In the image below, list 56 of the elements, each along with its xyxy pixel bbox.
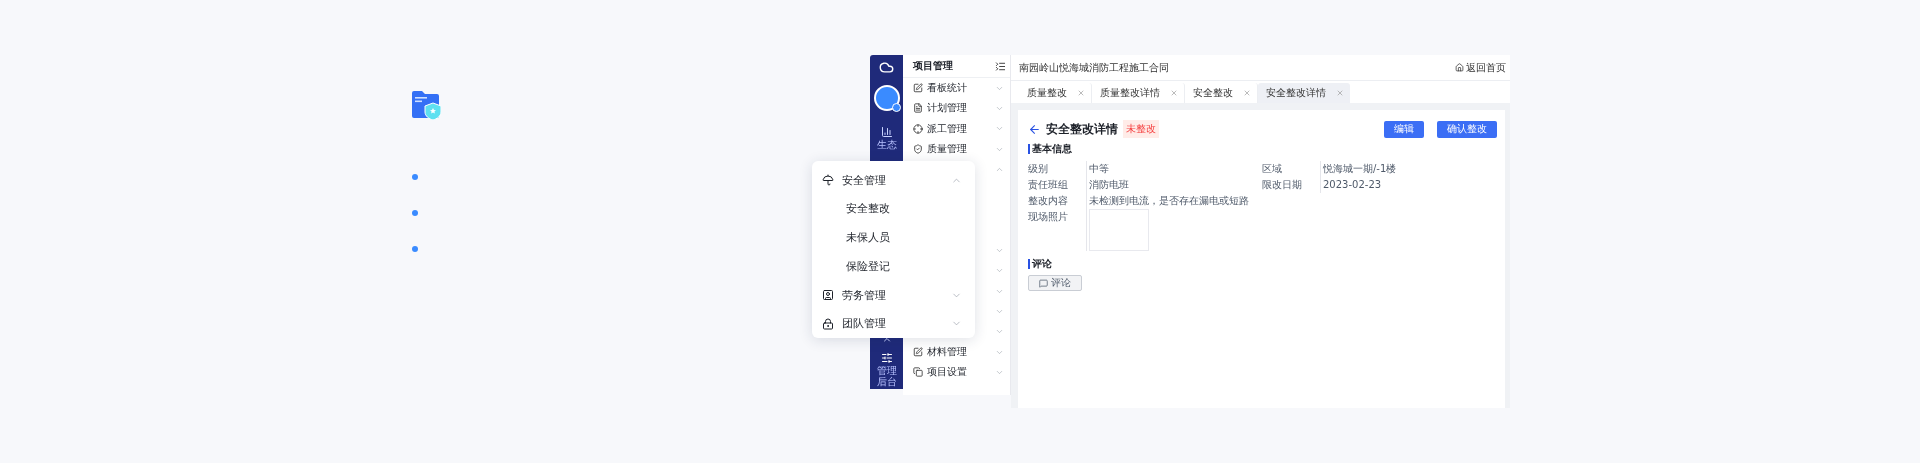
field-label: 责任班组 [1028,178,1069,192]
sliders-icon[interactable] [880,352,893,364]
field-label: 区域 [1262,162,1283,176]
contract-title: 南园岭山悦海城消防工程施工合同 [1019,60,1169,75]
rail-label[interactable]: 生态 [876,139,897,150]
action-button[interactable]: 确认整改 [1437,120,1497,138]
field-label: 限改日期 [1262,178,1303,192]
lock-icon [822,317,834,330]
field-value: 中等 [1086,161,1262,177]
submenu-item[interactable]: 保险登记 [846,259,890,275]
section-title: 评论 [1028,259,1497,269]
comment-icon [1039,278,1048,288]
nav-item[interactable]: 派工管理 [927,121,991,136]
cloud-logo-icon [879,60,894,75]
shield-icon [913,144,923,155]
bullet-dot-icon [412,174,418,180]
tab[interactable]: 安全整改详情 [1258,83,1350,103]
home-link[interactable]: 返回首页 [1455,60,1506,75]
nav-item[interactable]: 项目设置 [927,365,991,380]
nav-item[interactable]: 看板统计 [927,81,991,96]
field-value: 2023-02-23 [1320,177,1497,193]
menu-item[interactable]: 安全管理 [842,172,943,188]
field-value: 消防电班 [1086,177,1262,193]
status-tag: 未整改 [1123,120,1159,138]
field-label: 级别 [1028,162,1049,176]
avatar-icon[interactable] [873,85,900,111]
collapse-menu-icon[interactable] [995,60,1006,72]
nav-item[interactable]: 计划管理 [927,101,991,116]
bullet-dot-icon [412,210,418,216]
nav-title: 项目管理 [913,59,953,73]
page-title: 安全整改详情 [1046,120,1118,138]
submenu-item[interactable]: 安全整改 [846,201,890,217]
menu-item[interactable]: 劳务管理 [842,287,943,303]
folder-shield-icon [411,90,441,120]
copy-icon [913,367,923,378]
comment-button[interactable]: 评论 [1028,275,1082,291]
edit-icon [913,83,923,94]
submenu-item[interactable]: 未保人员 [846,230,890,246]
crosshair-icon [913,123,923,134]
chart-icon[interactable] [880,126,893,138]
nav-item[interactable]: 材料管理 [927,345,991,360]
field-value: 悦海城一期/-1楼 [1320,161,1497,177]
menu-item[interactable]: 团队管理 [842,316,943,332]
id-card-icon [822,289,834,302]
umbrella-icon [822,174,834,187]
section-title: 基本信息 [1028,144,1497,154]
bullet-dot-icon [412,246,418,252]
action-button[interactable]: 编辑 [1384,120,1424,138]
field-label: 整改内容 [1028,194,1069,208]
edit-icon [913,347,923,358]
back-arrow-icon[interactable] [1028,122,1041,136]
document-icon [913,103,923,114]
home-icon [1455,63,1464,72]
field-label: 现场照片 [1028,210,1069,224]
nav-item[interactable]: 质量管理 [927,142,991,157]
rail-label[interactable]: 管理后台 [876,365,897,387]
